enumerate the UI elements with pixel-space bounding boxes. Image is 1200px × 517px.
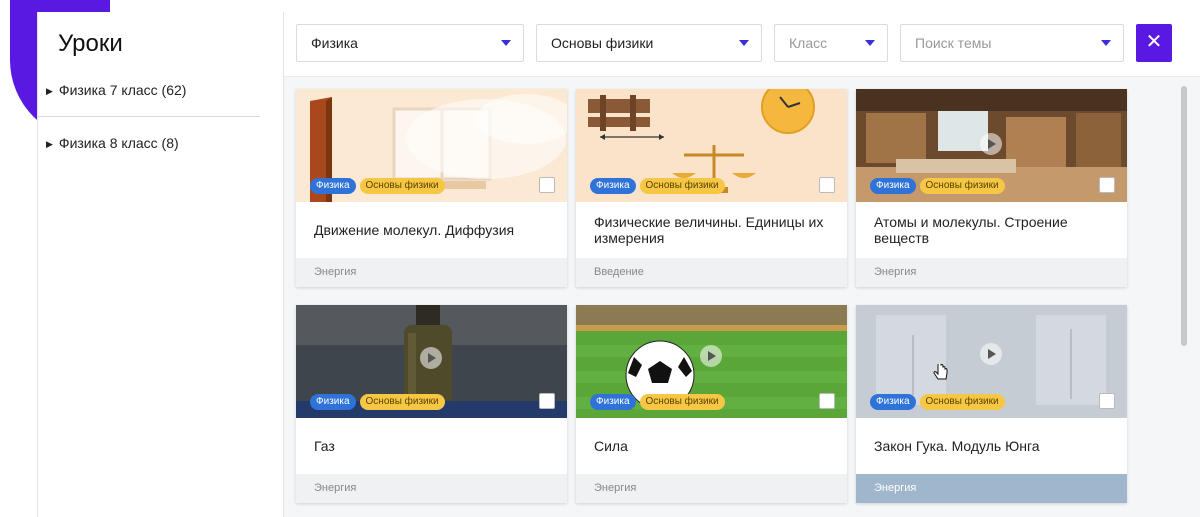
tag-subject: Физика xyxy=(870,178,916,194)
main-content: Физика Основы физики Класс Поиск темы ✕ xyxy=(283,12,1200,517)
grade-select[interactable]: Класс xyxy=(774,24,888,62)
card-category: Энергия xyxy=(296,258,567,287)
select-checkbox[interactable] xyxy=(819,177,835,193)
chevron-down-icon xyxy=(1101,40,1111,46)
topic-search-placeholder: Поиск темы xyxy=(915,35,992,51)
tag-list: Физика Основы физики xyxy=(870,394,1005,410)
card-title: Сила xyxy=(594,438,628,454)
card-title: Атомы и молекулы. Строение веществ xyxy=(874,214,1068,246)
tag-subject: Физика xyxy=(590,178,636,194)
lesson-card-diffusion[interactable]: Физика Основы физики Движение молекул. Д… xyxy=(296,89,567,287)
tag-course: Основы физики xyxy=(359,394,445,410)
tag-list: Физика Основы физики xyxy=(590,178,725,194)
card-category: Энергия xyxy=(856,258,1127,287)
thumbnail-image: Физика Основы физики xyxy=(856,89,1127,202)
card-title: Газ xyxy=(314,438,335,454)
play-icon xyxy=(700,345,722,367)
topic-search-select[interactable]: Поиск темы xyxy=(900,24,1124,62)
thumbnail-image: Физика Основы физики xyxy=(296,89,567,202)
sidebar: Уроки ▶ Физика 7 класс (62) ▶ Физика 8 кла… xyxy=(37,12,284,517)
filter-bar: Физика Основы физики Класс Поиск темы ✕ xyxy=(283,12,1200,77)
divider xyxy=(38,116,260,117)
thumbnail-image: Физика Основы физики xyxy=(296,305,567,418)
lesson-card-force[interactable]: Физика Основы физики Сила Энергия xyxy=(576,305,847,503)
subject-select[interactable]: Физика xyxy=(296,24,524,62)
lesson-card-atoms-molecules[interactable]: Физика Основы физики Атомы и молекулы. С… xyxy=(856,89,1127,287)
play-icon xyxy=(420,347,442,369)
chevron-down-icon xyxy=(739,40,749,46)
card-category: Энергия xyxy=(856,474,1127,503)
card-category: Введение xyxy=(576,258,847,287)
caret-right-icon: ▶ xyxy=(46,86,53,96)
thumbnail-image: Физика Основы физики xyxy=(576,89,847,202)
tag-list: Физика Основы физики xyxy=(310,394,445,410)
close-button[interactable]: ✕ xyxy=(1136,24,1172,62)
tag-subject: Физика xyxy=(310,394,356,410)
play-icon xyxy=(980,343,1002,365)
select-checkbox[interactable] xyxy=(819,393,835,409)
sidebar-item-physics-7[interactable]: ▶ Физика 7 класс (62) xyxy=(46,82,186,98)
tag-list: Физика Основы физики xyxy=(310,178,445,194)
lesson-card-physical-quantities[interactable]: Физика Основы физики Физические величины… xyxy=(576,89,847,287)
tag-list: Физика Основы физики xyxy=(870,178,1005,194)
tag-course: Основы физики xyxy=(919,178,1005,194)
tag-subject: Физика xyxy=(870,394,916,410)
play-icon xyxy=(980,133,1002,155)
chevron-down-icon xyxy=(501,40,511,46)
lesson-card-hooke-law[interactable]: Физика Основы физики Закон Гука. Модуль … xyxy=(856,305,1127,503)
card-category: Энергия xyxy=(576,474,847,503)
tag-course: Основы физики xyxy=(639,394,725,410)
select-checkbox[interactable] xyxy=(1099,177,1115,193)
scrollbar[interactable] xyxy=(1181,86,1187,346)
sidebar-item-label: Физика 8 класс (8) xyxy=(58,135,179,151)
select-checkbox[interactable] xyxy=(1099,393,1115,409)
select-checkbox[interactable] xyxy=(539,177,555,193)
tag-course: Основы физики xyxy=(639,178,725,194)
card-category: Энергия xyxy=(296,474,567,503)
subject-select-value: Физика xyxy=(311,35,358,51)
tag-subject: Физика xyxy=(590,394,636,410)
tag-course: Основы физики xyxy=(359,178,445,194)
tag-course: Основы физики xyxy=(919,394,1005,410)
course-select-value: Основы физики xyxy=(551,35,654,51)
lesson-card-gas[interactable]: Физика Основы физики Газ Энергия xyxy=(296,305,567,503)
tag-subject: Физика xyxy=(310,178,356,194)
sidebar-item-physics-8[interactable]: ▶ Физика 8 класс (8) xyxy=(46,135,179,151)
caret-right-icon: ▶ xyxy=(46,139,53,149)
card-title: Движение молекул. Диффузия xyxy=(314,222,515,238)
card-title: Физические величины. Единицы их измерени… xyxy=(594,214,824,246)
thumbnail-image: Физика Основы физики xyxy=(856,305,1127,418)
thumbnail-image: Физика Основы физики xyxy=(576,305,847,418)
tag-list: Физика Основы физики xyxy=(590,394,725,410)
grade-select-placeholder: Класс xyxy=(789,35,828,51)
sidebar-item-label: Физика 7 класс (62) xyxy=(58,82,187,98)
select-checkbox[interactable] xyxy=(539,393,555,409)
hand-cursor-icon xyxy=(933,364,948,380)
chevron-down-icon xyxy=(865,40,875,46)
card-title: Закон Гука. Модуль Юнга xyxy=(874,438,1040,454)
sidebar-title: Уроки xyxy=(58,30,123,57)
course-select[interactable]: Основы физики xyxy=(536,24,762,62)
